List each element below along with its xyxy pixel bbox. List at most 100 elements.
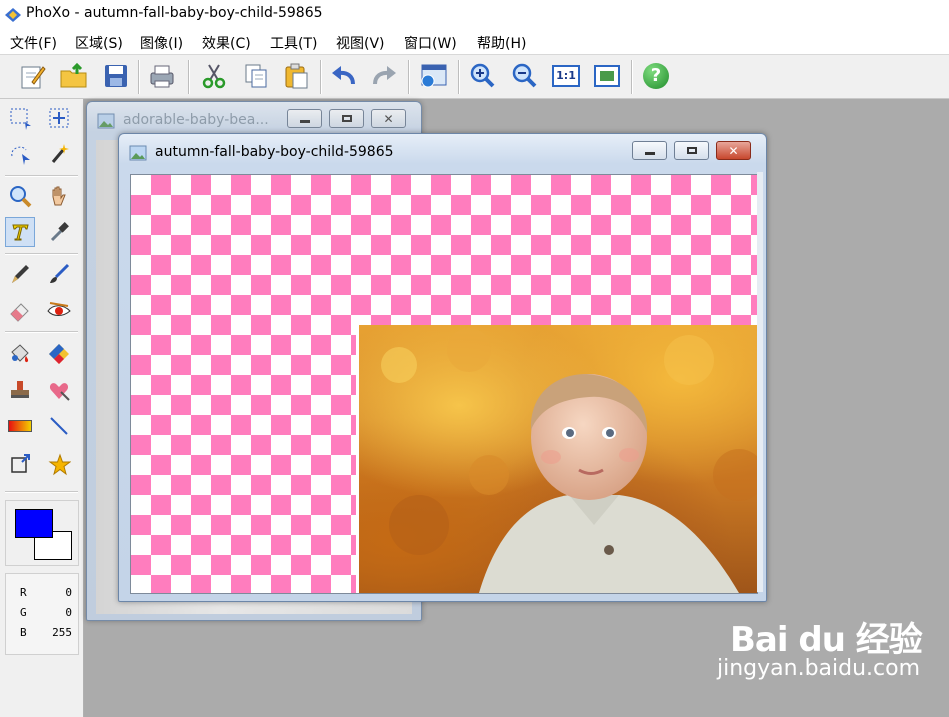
zoom-in-button[interactable] [466, 60, 498, 92]
document-window-main[interactable]: autumn-fall-baby-boy-child-59865 ✕ [118, 133, 767, 602]
undo-arrow-icon [332, 66, 355, 85]
rgb-value: 255 [52, 626, 72, 639]
tool-star-shape[interactable] [44, 449, 74, 479]
close-icon: ✕ [728, 143, 739, 158]
open-folder-icon [60, 62, 87, 88]
redo-button[interactable] [368, 60, 400, 92]
color-replace-icon [49, 344, 69, 364]
undo-button[interactable] [328, 60, 360, 92]
rgb-row-r: R0 [20, 586, 72, 599]
tool-color-replace[interactable] [44, 339, 74, 369]
save-disk-icon [105, 65, 127, 87]
move-selection-icon [49, 108, 69, 128]
tool-brush[interactable] [44, 259, 74, 289]
baidu-jingyan-watermark: Bai du 经验 jingyan.baidu.com [717, 612, 923, 681]
pen-icon [12, 265, 29, 283]
tool-zoom[interactable] [5, 181, 35, 211]
tool-lasso-select[interactable] [5, 139, 35, 169]
tool-text[interactable] [5, 217, 35, 247]
maximize-button[interactable] [329, 109, 364, 128]
zoom-out-button[interactable] [508, 60, 540, 92]
tool-magic-wand[interactable] [44, 139, 74, 169]
tool-hand[interactable] [44, 181, 74, 211]
paste-clipboard-icon [285, 63, 308, 89]
maximize-button[interactable] [674, 141, 709, 160]
menu-region[interactable]: 区域(S) [73, 33, 125, 53]
actual-size-icon: 1:1 [552, 65, 580, 87]
save-button[interactable] [100, 60, 132, 92]
screenshot-button[interactable] [417, 60, 449, 92]
menu-tools[interactable]: 工具(T) [268, 33, 319, 53]
minimize-button[interactable] [287, 109, 322, 128]
close-button[interactable]: ✕ [371, 109, 406, 128]
open-file-button[interactable] [58, 60, 90, 92]
menu-file[interactable]: 文件(F) [8, 33, 59, 53]
minimize-icon [644, 152, 655, 155]
tool-line[interactable] [44, 411, 74, 441]
copy-button[interactable] [240, 60, 272, 92]
toolbox-divider [5, 175, 78, 177]
text-tool-icon [12, 224, 29, 241]
tool-fill[interactable] [5, 339, 35, 369]
app-title: PhoXo - autumn-fall-baby-boy-child-59865 [26, 5, 323, 21]
canvas-scrollbar[interactable] [757, 172, 763, 592]
tool-rect-select[interactable] [5, 103, 35, 133]
menu-window[interactable]: 窗口(W) [402, 33, 459, 53]
image-canvas[interactable] [130, 174, 758, 594]
image-document-icon [97, 113, 115, 129]
toolbar-separator [408, 60, 410, 94]
rgb-row-g: G0 [20, 606, 72, 619]
cut-button[interactable] [198, 60, 230, 92]
menu-image[interactable]: 图像(I) [138, 33, 185, 53]
eyedropper-icon [50, 222, 69, 242]
magic-wand-icon [51, 144, 69, 163]
tool-clone-stamp[interactable] [5, 375, 35, 405]
toolbar-separator [458, 60, 460, 94]
tool-gradient[interactable] [5, 411, 35, 441]
tool-eraser[interactable] [5, 295, 35, 325]
phoxo-app-icon [5, 8, 21, 22]
menu-view[interactable]: 视图(V) [334, 33, 387, 53]
tool-red-eye[interactable] [44, 295, 74, 325]
toolbar-separator [138, 60, 140, 94]
heart-shape-icon [49, 383, 70, 401]
fit-window-icon [594, 65, 620, 87]
rgb-key: R [20, 586, 27, 599]
menu-effects[interactable]: 效果(C) [200, 33, 253, 53]
clone-stamp-icon [11, 381, 29, 398]
watermark-logo: Bai du 经验 [730, 620, 923, 660]
screen-capture-icon [421, 64, 447, 88]
eraser-icon [10, 303, 29, 322]
paste-button[interactable] [280, 60, 312, 92]
minimize-button[interactable] [632, 141, 667, 160]
fit-window-button[interactable] [591, 60, 623, 92]
baby-photo-image [381, 328, 757, 593]
close-button[interactable]: ✕ [716, 141, 751, 160]
gradient-icon [8, 420, 32, 432]
tool-eyedropper[interactable] [44, 217, 74, 247]
tool-heart-shape[interactable] [44, 375, 74, 405]
scissors-icon [202, 64, 226, 89]
toolbar-separator [631, 60, 633, 94]
toolbar-separator [188, 60, 190, 94]
foreground-color-swatch[interactable] [15, 509, 53, 538]
tool-palette: R0 G0 B 255 [0, 99, 84, 717]
window-title: autumn-fall-baby-boy-child-59865 [155, 144, 394, 160]
new-file-button[interactable] [16, 60, 48, 92]
tool-crop-transform[interactable] [5, 449, 35, 479]
rgb-row-b: B 255 [20, 626, 72, 639]
rgb-key: G [20, 606, 27, 619]
line-tool-icon [50, 417, 68, 435]
minimize-icon [299, 120, 310, 123]
tool-move-selection[interactable] [44, 103, 74, 133]
image-document-icon [129, 145, 147, 161]
baby-photo-layer[interactable] [356, 325, 757, 593]
new-file-icon [21, 66, 46, 89]
star-shape-icon [48, 453, 71, 476]
actual-size-button[interactable]: 1:1 [550, 60, 582, 92]
brush-icon [50, 263, 70, 283]
tool-pen[interactable] [5, 259, 35, 289]
print-button[interactable] [146, 60, 178, 92]
help-button[interactable]: ? [640, 60, 672, 92]
menu-help[interactable]: 帮助(H) [475, 33, 528, 53]
